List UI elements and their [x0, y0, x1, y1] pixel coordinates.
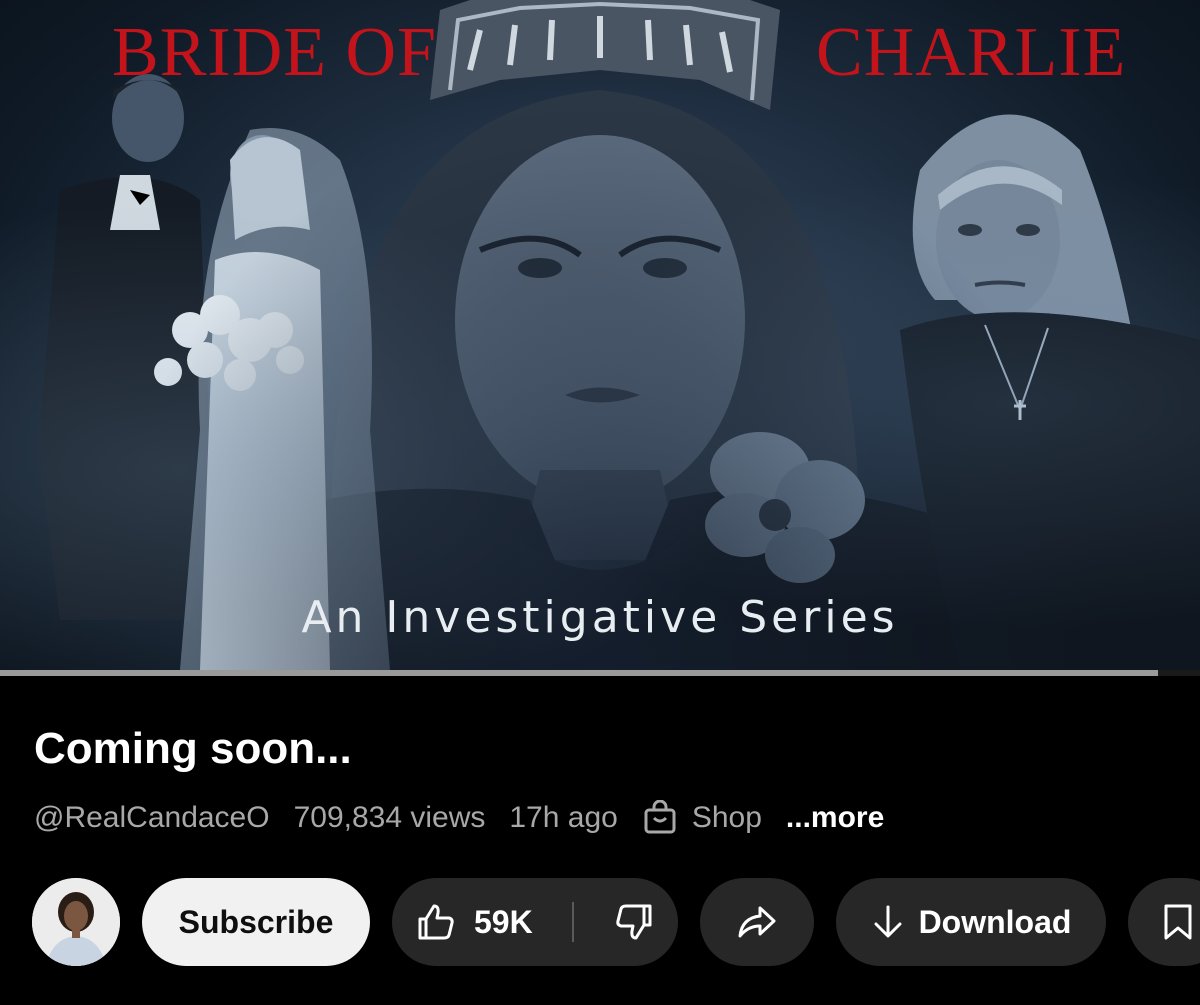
thumbnail-title-right: CHARLIE: [816, 14, 1127, 91]
dislike-button[interactable]: [614, 902, 654, 942]
fog-overlay: [0, 0, 1200, 670]
channel-avatar[interactable]: [32, 878, 120, 966]
video-metadata[interactable]: @RealCandaceO 709,834 views 17h ago Shop…: [34, 800, 908, 836]
save-button[interactable]: [1128, 878, 1200, 966]
like-button[interactable]: 59K: [416, 902, 533, 942]
video-title[interactable]: Coming soon...: [34, 724, 352, 774]
progress-fill: [0, 670, 1158, 676]
shopping-bag-icon: [644, 800, 676, 834]
shop-label: Shop: [691, 801, 762, 834]
subscribe-button[interactable]: Subscribe: [142, 878, 370, 966]
view-count: 709,834 views: [293, 801, 486, 834]
thumbs-down-icon: [616, 904, 652, 940]
avatar-image: [32, 878, 120, 966]
more-link[interactable]: ...more: [786, 801, 884, 835]
bookmark-icon: [1164, 904, 1192, 940]
download-arrow-icon: [874, 905, 902, 938]
thumbnail-title-left: BRIDE OF: [112, 14, 437, 91]
video-progress-bar[interactable]: [0, 670, 1200, 676]
action-bar: Subscribe 59K Download: [32, 878, 1200, 966]
like-dislike-group: 59K: [392, 878, 678, 966]
download-button[interactable]: Download: [836, 878, 1106, 966]
share-button[interactable]: [700, 878, 814, 966]
channel-handle[interactable]: @RealCandaceO: [34, 801, 270, 835]
thumbnail-subtitle: An Investigative Series: [301, 592, 899, 643]
thumbs-up-icon: [418, 904, 454, 940]
like-divider: [572, 902, 575, 942]
share-arrow-icon: [738, 906, 776, 938]
like-count: 59K: [474, 903, 533, 940]
download-label: Download: [918, 903, 1072, 940]
upload-time: 17h ago: [509, 801, 618, 834]
video-thumbnail[interactable]: BRIDE OF CHARLIE An Investigative Series: [0, 0, 1200, 670]
shop-link[interactable]: Shop: [642, 800, 762, 836]
